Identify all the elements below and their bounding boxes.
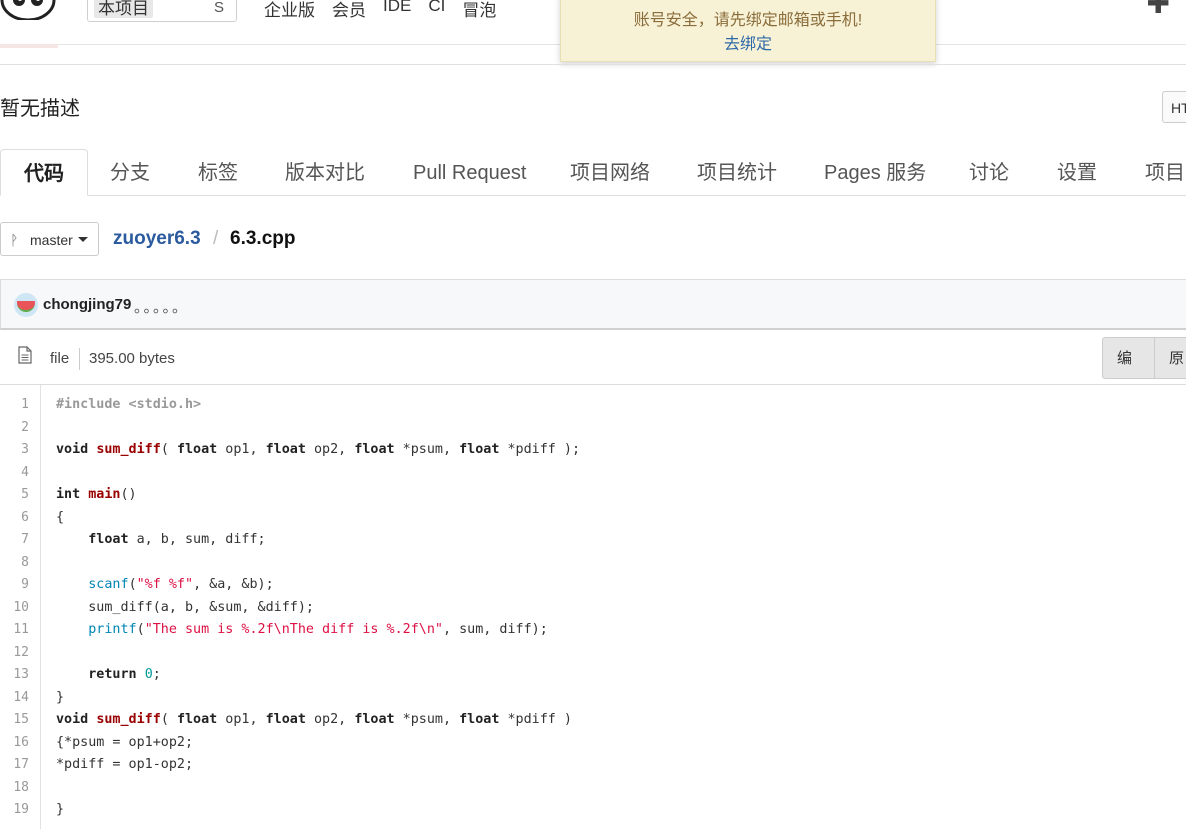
account-security-notice: 账号安全，请先绑定邮箱或手机! 去绑定 [560,0,936,62]
tab-settings[interactable]: 设置 [1057,149,1097,195]
file-size-label: 395.00 bytes [89,350,175,367]
plus-icon[interactable]: ✚ [1147,0,1170,18]
file-type-label: file [50,350,70,367]
line-number[interactable]: 14 [0,687,29,709]
logo-underline [0,44,58,48]
tab-pull-request[interactable]: Pull Request [413,149,526,195]
line-number[interactable]: 15 [0,709,29,731]
branch-selector[interactable]: ᚹ master [0,222,99,256]
tab-project-more[interactable]: 项目 [1145,149,1185,195]
search-shortcut-hint: S [213,0,224,16]
branch-icon: ᚹ [10,232,19,248]
file-header: file 395.00 bytes 编辑 原 [0,332,1186,385]
breadcrumb-file-name: 6.3.cpp [230,228,296,249]
commit-author[interactable]: chongjing79 [43,296,131,313]
line-number[interactable]: 3 [0,439,29,461]
latest-commit-bar: chongjing79 。。。。。 [0,279,1186,330]
tab-tags[interactable]: 标签 [198,149,238,195]
code-viewer: 1 #include <stdio.h> 2 3 void sum_diff( fl… [0,385,1186,829]
tab-discussion[interactable]: 讨论 [969,149,1009,195]
tab-code[interactable]: 代码 [0,149,88,196]
project-tabs: 代码 分支 标签 版本对比 Pull Request 项目网络 项目统计 Pag… [0,149,1186,196]
monkey-logo-icon[interactable] [0,0,56,20]
bind-account-link[interactable]: 去绑定 [561,30,935,54]
line-number[interactable]: 11 [0,619,29,641]
line-number[interactable]: 4 [0,462,29,484]
branch-name: master [30,232,73,248]
nav-link-enterprise[interactable]: 企业版 [264,0,315,21]
line-number[interactable]: 16 [0,732,29,754]
file-action-buttons: 编辑 原 [1102,337,1186,379]
nav-link-ci[interactable]: CI [428,0,445,21]
line-number[interactable]: 19 [0,799,29,821]
nav-link-ide[interactable]: IDE [383,0,411,21]
search-input[interactable]: 本项目 S [87,0,237,22]
tab-branches[interactable]: 分支 [110,149,150,195]
notice-message: 账号安全，请先绑定邮箱或手机! [633,12,863,29]
breadcrumb-repo-link[interactable]: zuoyer6.3 [113,228,201,250]
breadcrumb-separator: / [213,228,219,249]
line-number[interactable]: 13 [0,664,29,686]
search-scope-label[interactable]: 本项目 [94,0,153,18]
edit-button[interactable]: 编辑 [1103,338,1155,378]
line-number[interactable]: 10 [0,597,29,619]
line-number[interactable]: 18 [0,777,29,799]
file-icon [18,346,32,364]
caret-down-icon [78,237,88,242]
nav-link-membership[interactable]: 会员 [332,0,366,21]
clone-protocol-button[interactable]: HT [1162,91,1186,123]
line-number[interactable]: 12 [0,642,29,664]
line-number[interactable]: 6 [0,507,29,529]
line-number[interactable]: 2 [0,417,29,439]
commit-message[interactable]: 。。。。。 [134,296,189,317]
file-meta-divider [79,348,80,370]
tab-network[interactable]: 项目网络 [570,149,650,195]
nav-link-bubble[interactable]: 冒泡 [462,0,496,21]
avatar[interactable] [14,293,38,317]
tab-pages[interactable]: Pages 服务 [824,149,926,195]
main-nav: 企业版 会员 IDE CI 冒泡 [264,0,513,21]
line-number[interactable]: 17 [0,754,29,776]
line-number[interactable]: 9 [0,574,29,596]
line-number[interactable]: 5 [0,484,29,506]
tab-compare[interactable]: 版本对比 [285,149,365,195]
line-number[interactable]: 7 [0,529,29,551]
tab-statistics[interactable]: 项目统计 [697,149,777,195]
line-number[interactable]: 1 [0,394,29,416]
watermelon-icon [17,301,35,312]
raw-button[interactable]: 原 [1155,338,1186,378]
project-description: 暂无描述 [0,98,80,120]
header-divider [0,64,1186,65]
line-number[interactable]: 8 [0,552,29,574]
